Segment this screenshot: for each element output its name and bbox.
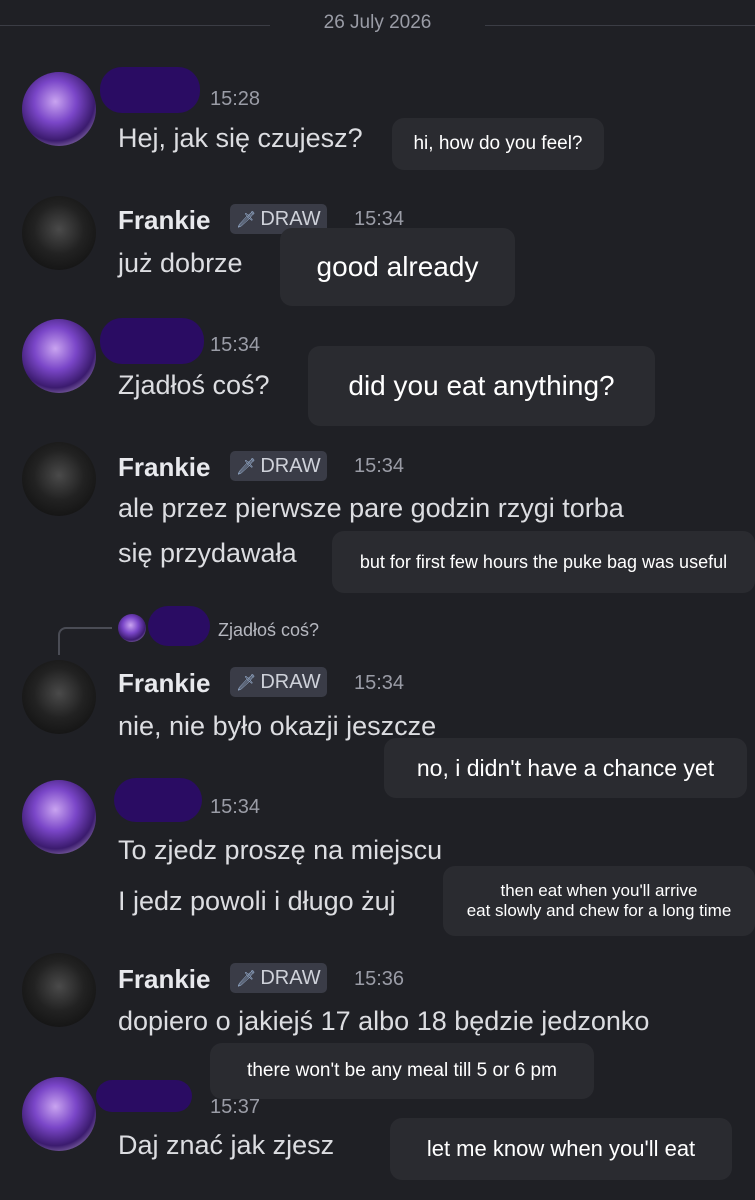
author-name[interactable]: Frankie: [118, 205, 211, 236]
sword-icon: 🗡: [236, 675, 257, 692]
translation-caption: but for first few hours the puke bag was…: [332, 531, 755, 593]
translation-caption: good already: [280, 228, 515, 306]
translation-line: then eat when you'll arrive: [500, 881, 698, 900]
redacted-username: [148, 606, 210, 646]
reply-connector: [58, 627, 112, 655]
date-divider-right: [485, 25, 755, 26]
redacted-username: [100, 318, 204, 364]
date-divider-left: [0, 25, 270, 26]
sword-icon: 🗡: [236, 459, 257, 476]
avatar[interactable]: [22, 319, 96, 393]
reply-preview[interactable]: Zjadłoś coś?: [218, 620, 319, 641]
message-text: Hej, jak się czujesz?: [118, 123, 363, 153]
timestamp: 15:28: [210, 88, 261, 110]
avatar[interactable]: [22, 780, 96, 854]
role-tag: 🗡 DRAW: [230, 667, 327, 697]
translation-caption: hi, how do you feel?: [392, 118, 604, 170]
avatar[interactable]: [22, 953, 96, 1027]
role-tag: 🗡 DRAW: [230, 451, 327, 481]
date-divider-label: 26 July 2026: [323, 12, 432, 33]
message-text: się przydawała: [118, 538, 297, 568]
reply-avatar: [118, 614, 146, 642]
message-text: już dobrze: [118, 248, 243, 278]
timestamp: 15:34: [354, 672, 405, 694]
author-name[interactable]: Frankie: [118, 964, 211, 995]
role-tag: 🗡 DRAW: [230, 963, 327, 993]
translation-caption: let me know when you'll eat: [390, 1118, 732, 1180]
timestamp: 15:36: [354, 968, 405, 990]
message-text: nie, nie było okazji jeszcze: [118, 711, 437, 741]
avatar[interactable]: [22, 660, 96, 734]
timestamp: 15:34: [210, 796, 261, 818]
translation-caption: then eat when you'll arrive eat slowly a…: [443, 866, 755, 936]
avatar[interactable]: [22, 1077, 96, 1151]
message-text: Daj znać jak zjesz: [118, 1130, 335, 1160]
avatar[interactable]: [22, 442, 96, 516]
timestamp: 15:34: [210, 334, 261, 356]
sword-icon: 🗡: [236, 971, 257, 988]
avatar[interactable]: [22, 72, 96, 146]
message-text: Zjadłoś coś?: [118, 370, 270, 400]
translation-caption: there won't be any meal till 5 or 6 pm: [210, 1043, 594, 1099]
timestamp: 15:34: [354, 455, 405, 477]
message-text: I jedz powoli i długo żuj: [118, 886, 396, 916]
avatar[interactable]: [22, 196, 96, 270]
message-text: To zjedz proszę na miejscu: [118, 835, 443, 865]
redacted-username: [100, 67, 200, 113]
message-text: dopiero o jakiejś 17 albo 18 będzie jedz…: [118, 1006, 650, 1036]
author-name[interactable]: Frankie: [118, 668, 211, 699]
redacted-username: [96, 1080, 192, 1112]
message-text: ale przez pierwsze pare godzin rzygi tor…: [118, 493, 624, 523]
author-name[interactable]: Frankie: [118, 452, 211, 483]
translation-line: eat slowly and chew for a long time: [466, 901, 732, 920]
translation-caption: did you eat anything?: [308, 346, 655, 426]
sword-icon: 🗡: [236, 212, 257, 229]
timestamp: 15:37: [210, 1096, 261, 1118]
translation-caption: no, i didn't have a chance yet: [384, 738, 747, 798]
redacted-username: [114, 778, 202, 822]
